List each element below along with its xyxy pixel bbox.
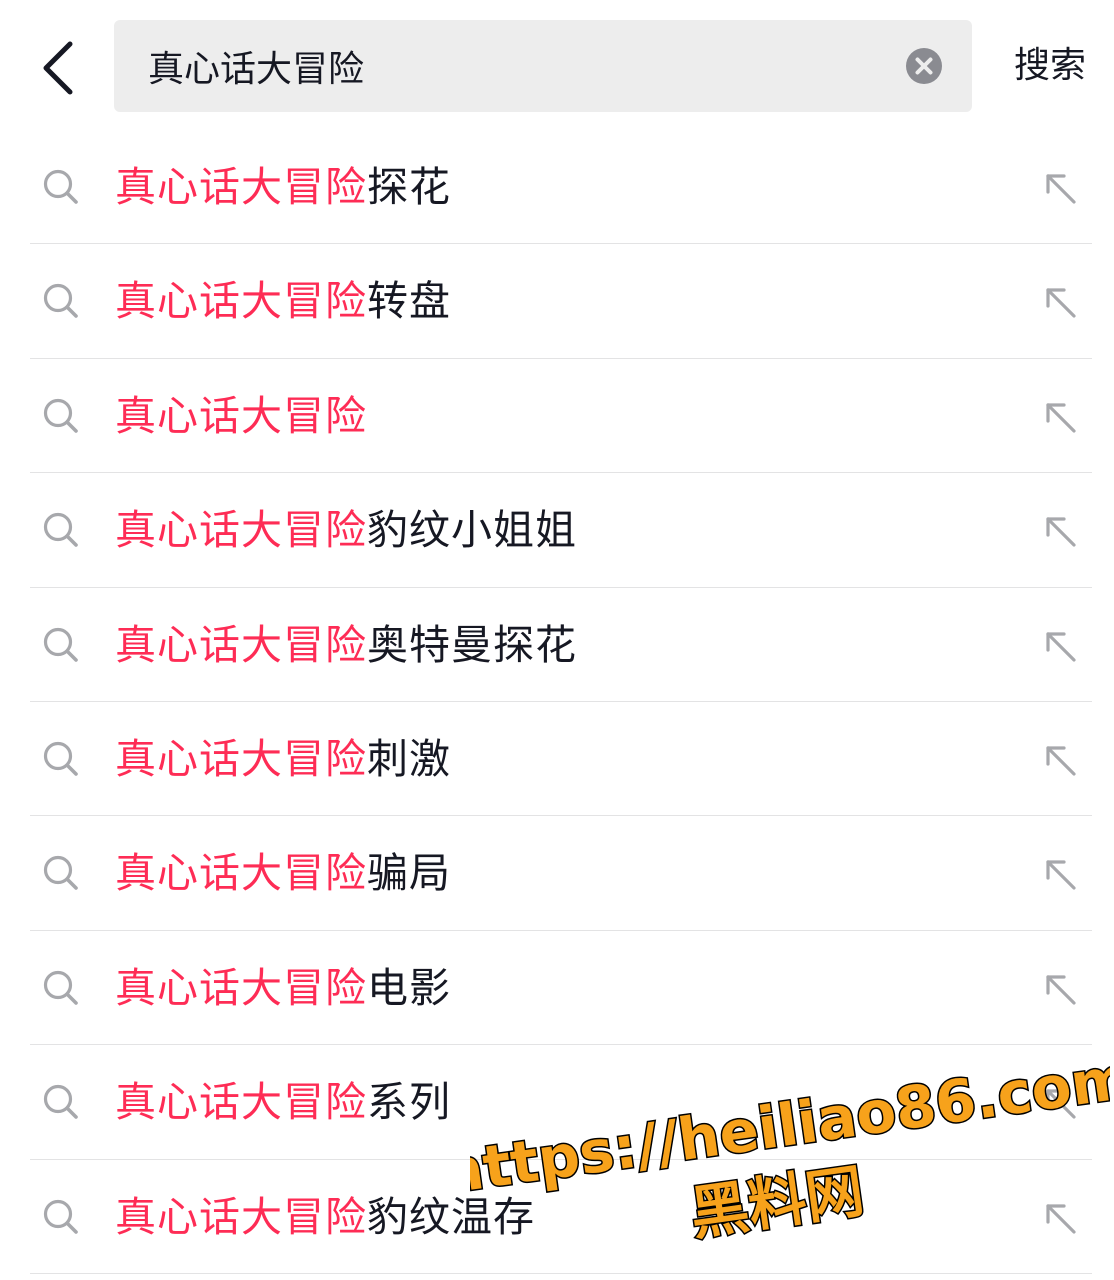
suggestion-item[interactable]: 真心话大冒险豹纹温存: [0, 1160, 1114, 1275]
fill-query-arrow-icon[interactable]: [1040, 854, 1080, 894]
search-icon: [43, 398, 78, 433]
search-icon: [43, 1085, 78, 1119]
search-icon: [43, 284, 78, 319]
search-box[interactable]: [114, 20, 972, 112]
search-button[interactable]: 搜索: [1014, 38, 1086, 94]
suggestion-rest: 豹纹小姐姐: [367, 506, 577, 555]
suggestion-item[interactable]: 真心话大冒险电影: [0, 931, 1114, 1046]
suggestion-rest: 豹纹温存: [367, 1192, 535, 1241]
fill-query-arrow-icon[interactable]: [1040, 626, 1080, 666]
suggestion-text: 真心话大冒险系列: [115, 1073, 451, 1131]
fill-query-arrow-icon[interactable]: [1040, 511, 1080, 551]
suggestion-highlight: 真心话大冒险: [115, 506, 367, 555]
suggestion-text: 真心话大冒险转盘: [115, 272, 451, 330]
suggestion-highlight: 真心话大冒险: [115, 963, 367, 1012]
fill-query-arrow-icon[interactable]: [1040, 969, 1080, 1009]
search-icon: [43, 741, 78, 776]
suggestion-rest: 系列: [367, 1078, 451, 1127]
clear-button[interactable]: [906, 48, 942, 84]
fill-query-arrow-icon[interactable]: [1040, 740, 1080, 780]
suggestion-text: 真心话大冒险刺激: [115, 730, 451, 788]
suggestion-item[interactable]: 真心话大冒险骗局: [0, 816, 1114, 932]
fill-query-arrow-icon[interactable]: [1040, 168, 1080, 208]
suggestion-highlight: 真心话大冒险: [115, 620, 367, 669]
suggestion-rest: 奥特曼探花: [367, 620, 577, 669]
search-icon: [43, 856, 78, 891]
suggestion-highlight: 真心话大冒险: [115, 1192, 367, 1241]
search-icon: [43, 169, 78, 204]
suggestion-rest: 骗局: [367, 849, 451, 898]
search-icon: [43, 1199, 78, 1234]
suggestion-item[interactable]: 真心话大冒险探花: [0, 130, 1114, 245]
top-bar: 搜索: [0, 0, 1114, 130]
suggestion-rest: 探花: [367, 163, 451, 211]
suggestion-item[interactable]: 真心话大冒险刺激: [0, 702, 1114, 817]
fill-query-arrow-icon[interactable]: [1040, 397, 1080, 437]
suggestion-rest: 刺激: [367, 734, 451, 783]
clear-circle-icon: [906, 48, 942, 84]
fill-query-arrow-icon[interactable]: [1040, 1083, 1080, 1123]
search-icon: [43, 627, 78, 662]
search-icon: [43, 970, 78, 1005]
suggestion-item[interactable]: 真心话大冒险转盘: [0, 244, 1114, 360]
suggestion-text: 真心话大冒险电影: [115, 959, 451, 1017]
suggestion-item[interactable]: 真心话大冒险奥特曼探花: [0, 588, 1114, 703]
fill-query-arrow-icon[interactable]: [1040, 282, 1080, 322]
suggestion-item[interactable]: 真心话大冒险系列: [0, 1045, 1114, 1160]
suggestion-text: 真心话大冒险探花: [115, 158, 451, 216]
suggestion-highlight: 真心话大冒险: [115, 391, 367, 440]
suggestion-text: 真心话大冒险豹纹小姐姐: [115, 501, 577, 559]
suggestion-highlight: 真心话大冒险: [115, 1078, 367, 1127]
suggestion-highlight: 真心话大冒险: [115, 734, 367, 783]
suggestion-text: 真心话大冒险奥特曼探花: [115, 616, 577, 674]
suggestion-text: 真心话大冒险豹纹温存: [115, 1188, 535, 1246]
suggestion-item[interactable]: 真心话大冒险: [0, 359, 1114, 474]
suggestion-highlight: 真心话大冒险: [115, 163, 367, 211]
chevron-left-icon: [43, 41, 73, 95]
suggestion-rest: 转盘: [367, 277, 451, 326]
suggestion-text: 真心话大冒险骗局: [115, 844, 451, 902]
suggestion-rest: 电影: [367, 963, 451, 1012]
suggestion-text: 真心话大冒险: [115, 387, 367, 445]
suggestion-list: 真心话大冒险探花 真心话大冒险转盘 真心话大冒险 真心话大冒险豹纹小姐姐 真心话大冒险奥…: [0, 130, 1114, 1275]
back-button[interactable]: [30, 30, 90, 106]
search-input[interactable]: [148, 20, 888, 112]
suggestion-item[interactable]: 真心话大冒险豹纹小姐姐: [0, 473, 1114, 588]
search-icon: [43, 513, 78, 547]
suggestion-highlight: 真心话大冒险: [115, 277, 367, 326]
suggestion-highlight: 真心话大冒险: [115, 849, 367, 898]
fill-query-arrow-icon[interactable]: [1040, 1198, 1080, 1238]
